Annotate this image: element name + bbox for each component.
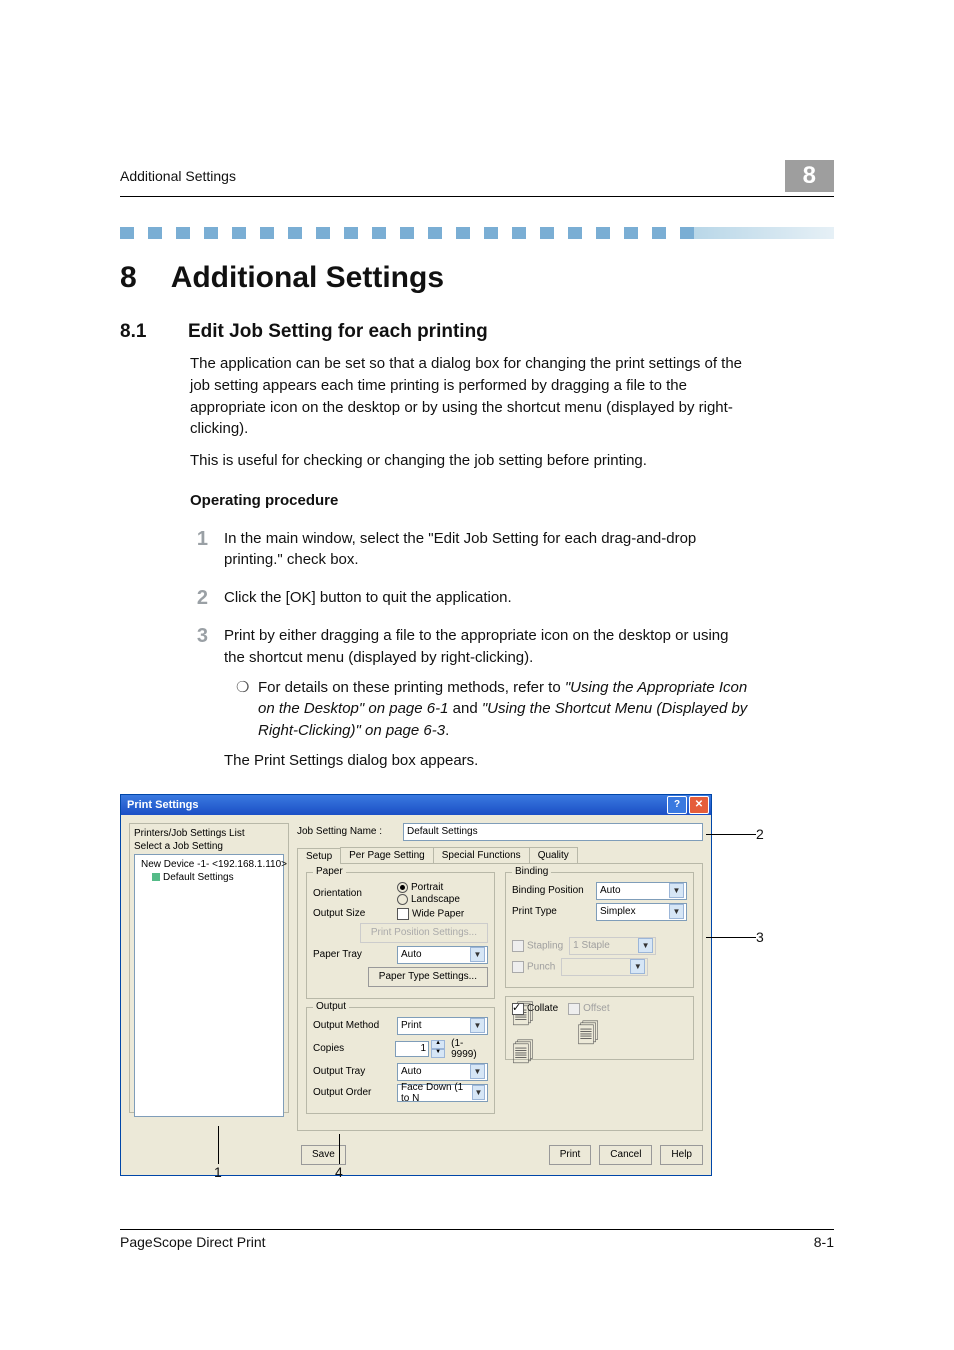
left-panel-title: Printers/Job Settings List bbox=[134, 828, 284, 839]
step-2-number: 2 bbox=[190, 587, 208, 609]
chevron-down-icon: ▼ bbox=[470, 1064, 485, 1079]
job-name-label: Job Setting Name : bbox=[297, 826, 397, 837]
tab-quality[interactable]: Quality bbox=[529, 847, 578, 863]
step-1-text: In the main window, select the "Edit Job… bbox=[224, 528, 750, 572]
output-tray-label: Output Tray bbox=[313, 1066, 391, 1077]
tabs: Setup Per Page Setting Special Functions… bbox=[297, 847, 703, 864]
paper-fieldset: Paper Orientation Portrait Landscape bbox=[306, 872, 495, 999]
running-title: Additional Settings bbox=[120, 168, 236, 184]
chevron-down-icon: ▼ bbox=[470, 1018, 485, 1033]
step-2: 2 Click the [OK] button to quit the appl… bbox=[190, 587, 750, 609]
paper-tray-label: Paper Tray bbox=[313, 949, 391, 960]
paper-tray-combo[interactable]: Auto▼ bbox=[397, 946, 488, 964]
collate-offset-box: Collate 🗐🗐 Offset 🗐 bbox=[505, 996, 694, 1060]
dialog-title: Print Settings bbox=[127, 799, 199, 811]
intro-paragraph-1: The application can be set so that a dia… bbox=[190, 353, 750, 440]
print-type-combo[interactable]: Simplex▼ bbox=[596, 903, 687, 921]
cancel-button[interactable]: Cancel bbox=[599, 1145, 652, 1165]
step-3-after: The Print Settings dialog box appears. bbox=[224, 750, 750, 772]
output-legend: Output bbox=[313, 1001, 349, 1012]
sub-bullet: ❍ bbox=[236, 677, 246, 742]
callout-2: 2 bbox=[756, 826, 764, 842]
output-method-label: Output Method bbox=[313, 1020, 391, 1031]
select-job-label: Select a Job Setting bbox=[134, 841, 284, 852]
stapling-combo: 1 Staple▼ bbox=[569, 937, 656, 955]
stapling-checkbox: Stapling bbox=[512, 940, 563, 952]
callout-3: 3 bbox=[756, 929, 764, 945]
output-method-combo[interactable]: Print▼ bbox=[397, 1017, 488, 1035]
titlebar-close-button[interactable]: ✕ bbox=[689, 796, 709, 814]
footer-left: PageScope Direct Print bbox=[120, 1234, 266, 1250]
printers-job-list-panel: Printers/Job Settings List Select a Job … bbox=[129, 823, 289, 1113]
binding-position-label: Binding Position bbox=[512, 885, 590, 896]
step-1: 1 In the main window, select the "Edit J… bbox=[190, 528, 750, 572]
doc-icon bbox=[152, 873, 160, 881]
copies-range: (1-9999) bbox=[451, 1038, 488, 1060]
tab-per-page[interactable]: Per Page Setting bbox=[340, 847, 434, 863]
output-fieldset: Output Output Method Print▼ Copies bbox=[306, 1007, 495, 1114]
h2-number: 8.1 bbox=[120, 321, 166, 343]
output-order-label: Output Order bbox=[313, 1087, 391, 1098]
step-2-text: Click the [OK] button to quit the applic… bbox=[224, 587, 750, 609]
spin-down-icon[interactable]: ▼ bbox=[431, 1049, 445, 1058]
tree-item-device[interactable]: New Device -1- <192.168.1.110> bbox=[138, 858, 280, 871]
operating-heading: Operating procedure bbox=[190, 490, 750, 512]
output-size-label: Output Size bbox=[313, 908, 391, 919]
chevron-down-icon: ▼ bbox=[669, 904, 684, 919]
help-button[interactable]: Help bbox=[660, 1145, 703, 1165]
h1-number: 8 bbox=[120, 261, 137, 295]
footer-right: 8-1 bbox=[814, 1234, 834, 1250]
punch-combo: ▼ bbox=[561, 958, 648, 976]
callout-1: 1 bbox=[214, 1164, 222, 1180]
output-tray-combo[interactable]: Auto▼ bbox=[397, 1063, 488, 1081]
print-button[interactable]: Print bbox=[549, 1145, 592, 1165]
tab-setup[interactable]: Setup bbox=[297, 848, 341, 864]
wide-paper-checkbox[interactable]: Wide Paper bbox=[397, 908, 464, 920]
orientation-label: Orientation bbox=[313, 888, 391, 899]
tree-item-default[interactable]: Default Settings bbox=[138, 871, 280, 884]
copies-spinner[interactable]: 1 ▲▼ bbox=[395, 1040, 445, 1058]
spin-up-icon[interactable]: ▲ bbox=[431, 1040, 445, 1049]
paper-legend: Paper bbox=[313, 866, 346, 877]
tab-special[interactable]: Special Functions bbox=[433, 847, 530, 863]
binding-position-combo[interactable]: Auto▼ bbox=[596, 882, 687, 900]
orientation-portrait-radio[interactable]: Portrait bbox=[397, 882, 460, 893]
step-3-sub: For details on these printing methods, r… bbox=[258, 677, 750, 742]
step-1-number: 1 bbox=[190, 528, 208, 572]
copies-label: Copies bbox=[313, 1043, 389, 1054]
binding-fieldset: Binding Binding Position Auto▼ Print Typ… bbox=[505, 872, 694, 988]
chevron-down-icon: ▼ bbox=[470, 947, 485, 962]
paper-type-button[interactable]: Paper Type Settings... bbox=[368, 967, 488, 987]
callout-4: 4 bbox=[335, 1164, 343, 1180]
step-3-text: Print by either dragging a file to the a… bbox=[224, 627, 729, 666]
titlebar: Print Settings ? ✕ bbox=[121, 795, 711, 815]
chevron-down-icon: ▼ bbox=[638, 938, 653, 953]
job-name-input[interactable]: Default Settings bbox=[403, 823, 703, 841]
punch-checkbox: Punch bbox=[512, 961, 555, 973]
chapter-badge: 8 bbox=[785, 160, 834, 192]
decorative-stripe bbox=[120, 227, 834, 239]
intro-paragraph-2: This is useful for checking or changing … bbox=[190, 450, 750, 472]
orientation-landscape-radio[interactable]: Landscape bbox=[397, 894, 460, 905]
step-3-number: 3 bbox=[190, 625, 208, 782]
output-order-combo[interactable]: Face Down (1 to N▼ bbox=[397, 1084, 488, 1102]
tree-box[interactable]: New Device -1- <192.168.1.110> Default S… bbox=[134, 854, 284, 1117]
chevron-down-icon: ▼ bbox=[472, 1085, 485, 1100]
step-3: 3 Print by either dragging a file to the… bbox=[190, 625, 750, 782]
print-position-button: Print Position Settings... bbox=[360, 923, 488, 943]
h2-text: Edit Job Setting for each printing bbox=[188, 321, 488, 343]
titlebar-help-button[interactable]: ? bbox=[667, 796, 687, 814]
chevron-down-icon: ▼ bbox=[630, 959, 645, 974]
print-settings-dialog: Print Settings ? ✕ Printers/Job Settings… bbox=[120, 794, 712, 1176]
offset-icon: 🗐 bbox=[568, 1019, 608, 1053]
print-type-label: Print Type bbox=[512, 906, 590, 917]
collate-icon: 🗐🗐 bbox=[512, 1019, 552, 1053]
offset-checkbox: Offset bbox=[568, 1003, 610, 1014]
h1-text: Additional Settings bbox=[171, 261, 444, 295]
chevron-down-icon: ▼ bbox=[669, 883, 684, 898]
binding-legend: Binding bbox=[512, 866, 551, 877]
